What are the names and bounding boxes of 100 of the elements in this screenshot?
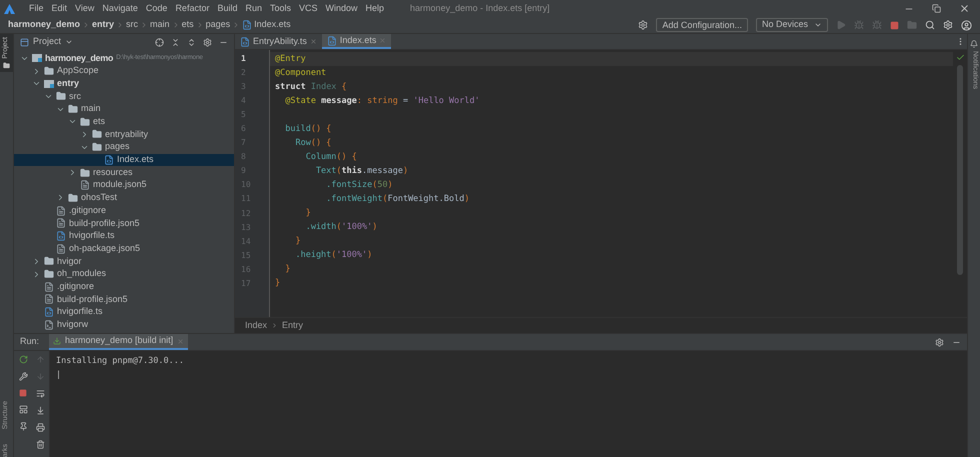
device-select[interactable]: No Devices <box>756 18 828 32</box>
module-folder-icon <box>44 80 54 88</box>
tree-item-label: module.json5 <box>93 178 147 192</box>
folder-icon <box>44 256 54 266</box>
scroll-end-icon[interactable] <box>36 406 45 415</box>
tree-item[interactable]: pages <box>14 140 234 154</box>
menu-item[interactable]: Code <box>146 2 168 16</box>
locate-icon[interactable] <box>155 38 164 46</box>
caret-icon <box>814 21 822 29</box>
expand-icon[interactable] <box>187 38 196 46</box>
menu-item[interactable]: Help <box>366 2 384 16</box>
tree-item[interactable]: ets <box>14 115 234 128</box>
folder-icon <box>68 192 78 203</box>
tree-item-label: build-profile.json5 <box>57 292 128 306</box>
add-configuration-button[interactable]: Add Configuration... <box>656 18 748 32</box>
gear-icon[interactable] <box>638 20 648 30</box>
menu-item[interactable]: Build <box>217 2 238 16</box>
tree-item[interactable]: .gitignore <box>14 280 234 294</box>
tree-item[interactable]: ohosTest <box>14 192 234 204</box>
rerun-icon[interactable] <box>18 355 28 364</box>
menu-item[interactable]: Navigate <box>102 2 138 16</box>
stop-icon[interactable] <box>890 20 899 30</box>
code-line: } <box>294 235 301 248</box>
file-icon <box>56 206 66 216</box>
tree-item-label: hvigorfile.ts <box>69 229 115 242</box>
print-icon[interactable] <box>36 423 45 432</box>
code-file-icon <box>104 154 114 165</box>
breadcrumb-item[interactable]: Entry <box>282 318 304 332</box>
tree-item[interactable]: hvigorfile.ts <box>14 306 234 318</box>
tree-item[interactable]: oh-package.json5 <box>14 242 234 255</box>
check-icon <box>956 53 964 62</box>
breadcrumb-item[interactable]: Index.ets <box>254 18 291 32</box>
scrollbar[interactable] <box>957 65 963 275</box>
menu-item[interactable]: Tools <box>270 2 291 16</box>
menu-item[interactable]: File <box>29 2 44 16</box>
tree-item[interactable]: entryability <box>14 128 234 141</box>
tree-item[interactable]: build-profile.json5 <box>14 216 234 230</box>
file-icon <box>80 180 90 190</box>
wrap-icon[interactable] <box>36 389 45 398</box>
menu-item[interactable]: View <box>75 2 94 16</box>
bell-icon[interactable] <box>970 40 978 48</box>
menu-item[interactable]: Run <box>245 2 262 16</box>
wrench-icon[interactable] <box>18 372 28 381</box>
menu-item[interactable]: Refactor <box>175 2 210 16</box>
tree-item[interactable]: resources <box>14 166 234 179</box>
panel-title[interactable]: Project <box>33 35 62 49</box>
tree-item[interactable]: hvigor <box>14 255 234 268</box>
tree-item[interactable]: Index.ets <box>14 154 234 166</box>
tree-item[interactable]: entry <box>14 77 234 90</box>
stop-icon[interactable] <box>19 389 27 397</box>
tree-item-label: Index.ets <box>117 153 154 166</box>
breadcrumb-item[interactable]: entry <box>92 18 114 32</box>
code-file-icon <box>326 36 337 46</box>
module-folder-icon <box>32 54 42 62</box>
menu-item[interactable]: Edit <box>52 2 68 16</box>
window-title: harmoney_demo - Index.ets [entry] <box>410 2 550 15</box>
trash-icon[interactable] <box>36 440 45 449</box>
settings-icon[interactable] <box>935 338 944 346</box>
user-icon[interactable] <box>961 20 972 30</box>
tree-item[interactable]: oh_modules <box>14 268 234 280</box>
chevron-right-icon <box>56 193 65 202</box>
breadcrumb-item[interactable]: Index <box>245 318 268 332</box>
tree-item[interactable]: hvigorw <box>14 318 234 332</box>
run-tab[interactable]: harmoney_demo [build init] <box>49 334 188 350</box>
pin-icon[interactable] <box>18 422 28 431</box>
close-icon[interactable] <box>959 3 970 14</box>
caret-icon[interactable] <box>65 38 74 46</box>
file-icon <box>44 294 54 304</box>
breadcrumb-item[interactable]: pages <box>206 18 230 32</box>
menu-item[interactable]: VCS <box>299 2 318 16</box>
breadcrumb-item[interactable]: main <box>150 18 170 32</box>
restore-icon[interactable] <box>932 4 941 13</box>
tree-item[interactable]: main <box>14 102 234 116</box>
tree-item[interactable]: src <box>14 90 234 103</box>
code-file-icon <box>240 36 250 46</box>
code-line: @Entry <box>275 52 306 66</box>
tree-item[interactable]: build-profile.json5 <box>14 293 234 306</box>
settings-icon[interactable] <box>943 20 953 30</box>
menu-item[interactable]: Window <box>326 2 358 16</box>
breadcrumb-item[interactable]: harmoney_demo <box>8 18 80 32</box>
collapse-icon[interactable] <box>171 38 180 46</box>
tree-item-label: oh_modules <box>57 267 106 280</box>
tree-item[interactable]: AppScope <box>14 64 234 78</box>
line-number: 1 <box>240 53 247 65</box>
code-line: build() { <box>284 122 332 136</box>
layout-icon[interactable] <box>18 405 28 414</box>
breadcrumb-item[interactable]: ets <box>182 18 194 32</box>
settings-icon[interactable] <box>203 38 212 46</box>
code-line: } <box>304 207 311 220</box>
tree-item[interactable]: hvigorfile.ts <box>14 230 234 242</box>
editor-tab[interactable]: EntryAbility.ts <box>235 34 322 49</box>
tree-item-label: ets <box>93 115 106 128</box>
tree-item[interactable]: module.json5 <box>14 178 234 192</box>
editor-tab[interactable]: Index.ets <box>322 34 392 49</box>
search-icon[interactable] <box>925 20 935 30</box>
folder-icon <box>56 91 66 102</box>
breadcrumb-item[interactable]: src <box>126 18 138 32</box>
code-line: @State message: string = 'Hello World' <box>284 94 480 108</box>
tree-item-label: entryability <box>105 128 148 141</box>
tree-item[interactable]: .gitignore <box>14 204 234 217</box>
